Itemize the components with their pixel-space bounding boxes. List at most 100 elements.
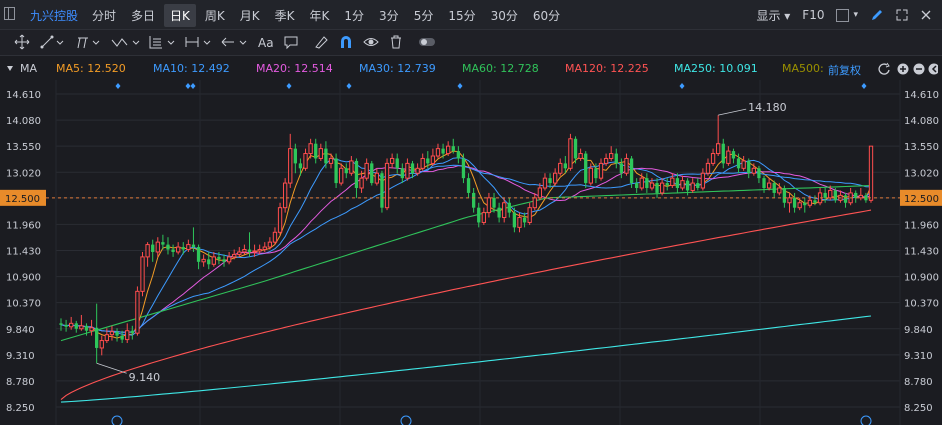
trash-icon[interactable] <box>388 34 404 52</box>
tab-3[interactable]: 周K <box>199 4 231 27</box>
tab-1[interactable]: 多日 <box>125 4 161 27</box>
event-marker <box>679 83 685 89</box>
checkbox-icon[interactable] <box>836 8 850 22</box>
wave-tool-icon[interactable] <box>110 34 140 52</box>
candle-body <box>705 162 711 174</box>
arrow-tool-icon[interactable] <box>220 34 248 52</box>
event-marker <box>115 83 121 89</box>
chevron-down-icon[interactable]: ▾ <box>853 10 858 20</box>
tab-7[interactable]: 1分 <box>338 4 370 27</box>
ma-label[interactable]: MA <box>20 62 37 75</box>
candle-body <box>603 157 609 164</box>
candle-body <box>721 143 725 164</box>
ma-legend: MA MA5: 12.520 MA10: 12.492 MA20: 12.514… <box>0 58 942 80</box>
drawing-toolbar: Aa <box>0 30 942 56</box>
fibonacci-tool-icon[interactable] <box>148 34 176 52</box>
left-tick-label: 9.840 <box>6 325 35 336</box>
measure-tool-icon[interactable] <box>184 34 212 52</box>
candlestick-chart[interactable]: 14.610 14.080 13.550 13.020 12.500 11.960 11.4… <box>0 80 942 425</box>
price-grid <box>55 80 901 425</box>
candle-body <box>486 197 492 214</box>
stock-name[interactable]: 九兴控股 <box>30 7 78 24</box>
candle-body <box>665 183 669 186</box>
candle-body <box>288 148 293 184</box>
candle-body <box>594 168 598 179</box>
candle-body <box>726 150 731 164</box>
candle-body <box>104 334 110 342</box>
tab-6[interactable]: 年K <box>304 4 336 27</box>
candle-body <box>655 183 659 193</box>
candle-body <box>435 148 441 157</box>
reset-icon[interactable] <box>878 63 890 75</box>
candle-body <box>145 244 150 258</box>
left-tick-label: 13.550 <box>6 142 41 153</box>
ma250-value: MA250: 10.091 <box>674 62 758 75</box>
candle-body <box>242 249 247 253</box>
candle-body <box>237 251 242 255</box>
candle-body <box>222 259 226 262</box>
tab-8[interactable]: 3分 <box>373 4 405 27</box>
candle-body <box>492 197 496 208</box>
expand-icon[interactable] <box>896 9 908 21</box>
candle-body <box>426 158 430 164</box>
candle-body <box>803 202 807 206</box>
candle-body <box>420 157 425 169</box>
candle-body <box>89 327 94 332</box>
close-icon[interactable] <box>920 9 932 21</box>
ma10-value: MA10: 12.492 <box>153 62 230 75</box>
line-tool-icon[interactable] <box>40 34 64 52</box>
candle-body <box>277 207 283 233</box>
crosshair-icon[interactable] <box>14 34 30 52</box>
f10-button[interactable]: F10 <box>802 8 824 22</box>
event-markers <box>111 83 872 425</box>
event-marker <box>190 83 196 89</box>
magnet-icon[interactable] <box>338 34 354 52</box>
candle-body <box>328 157 334 164</box>
candle-body <box>181 247 185 250</box>
tab-4[interactable]: 月K <box>234 4 266 27</box>
eraser-icon[interactable] <box>313 34 329 52</box>
channel-tool-icon[interactable] <box>76 34 100 52</box>
tab-0[interactable]: 分时 <box>86 4 122 27</box>
candle-body <box>324 148 328 164</box>
display-menu[interactable]: 显示 ▾ <box>756 7 790 24</box>
candle-body <box>59 323 63 325</box>
candle-body <box>772 183 776 193</box>
candle-body <box>384 162 390 209</box>
text-tool-button[interactable]: Aa <box>258 34 274 52</box>
eye-icon[interactable] <box>363 34 379 52</box>
ma-line <box>60 150 872 339</box>
candle-body <box>226 256 232 263</box>
candle-body <box>155 241 160 253</box>
toggle-icon[interactable] <box>418 34 436 52</box>
candle-body <box>624 157 629 174</box>
candle-body <box>349 160 354 174</box>
candle-body <box>171 249 175 252</box>
candle-body <box>635 183 639 188</box>
comment-icon[interactable] <box>283 34 299 52</box>
tab-5[interactable]: 季K <box>269 4 301 27</box>
current-price-label-right: 12.500 <box>904 194 939 205</box>
low-label: 9.140 <box>129 371 161 384</box>
candle-body <box>380 173 384 208</box>
ma30-value: MA30: 12.739 <box>359 62 436 75</box>
candle-body <box>217 256 221 260</box>
tab-12[interactable]: 60分 <box>527 4 566 27</box>
pen-icon[interactable] <box>870 8 884 22</box>
candle-body <box>161 242 165 245</box>
tab-11[interactable]: 30分 <box>485 4 524 27</box>
candle-body <box>186 244 191 251</box>
candle-body <box>99 340 104 349</box>
candle-body <box>64 324 68 327</box>
candle-body <box>74 323 78 329</box>
adjust-mode[interactable]: 前复权 <box>828 62 861 78</box>
collapse-icon[interactable] <box>6 65 14 73</box>
tab-9[interactable]: 5分 <box>408 4 440 27</box>
candle-body <box>191 244 196 248</box>
ma20-value: MA20: 12.514 <box>256 62 333 75</box>
tab-10[interactable]: 15分 <box>442 4 481 27</box>
candle-body <box>645 178 649 188</box>
left-tick-label: 14.080 <box>6 116 41 127</box>
tab-2[interactable]: 日K <box>164 4 196 27</box>
sidebar-toggle-icon[interactable] <box>4 7 15 20</box>
